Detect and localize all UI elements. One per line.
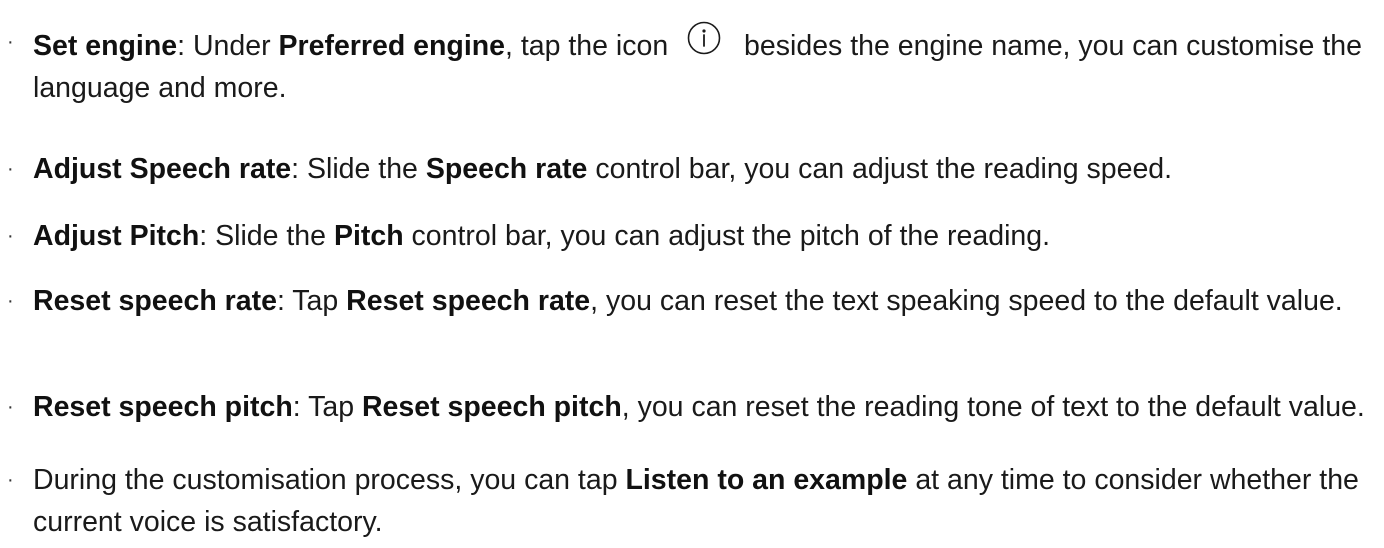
list-item-adjust-speech-rate: · Adjust Speech rate: Slide the Speech ra… — [0, 148, 1384, 190]
text-segment: , you can reset the reading tone of text… — [621, 391, 1365, 423]
term-set-engine: Set engine — [33, 30, 178, 62]
term-reset-speech-pitch: Reset speech pitch — [33, 391, 293, 423]
text-segment: During the customisation process, you ca… — [33, 464, 626, 496]
term-reset-speech-rate: Reset speech rate — [33, 285, 277, 317]
list-item-reset-speech-rate: · Reset speech rate: Tap Reset speech rat… — [0, 280, 1378, 322]
text-segment: : Slide the — [199, 220, 334, 252]
text-segment: , tap the icon — [505, 30, 677, 62]
text-segment: : Slide the — [291, 153, 426, 185]
ui-label-speech-rate: Speech rate — [425, 153, 588, 185]
text-segment: : Tap — [276, 285, 347, 317]
text-segment: control bar, you can adjust the reading … — [587, 153, 1173, 185]
list-item-reset-speech-pitch: · Reset speech pitch: Tap Reset speech pi… — [0, 386, 1378, 428]
bullet: · — [7, 290, 14, 312]
term-adjust-pitch: Adjust Pitch — [33, 220, 200, 252]
ui-label-listen-to-an-example: Listen to an example — [625, 464, 908, 496]
list-item-listen-example: · During the customisation process, you c… — [0, 459, 1378, 543]
text-segment: : Under — [177, 30, 279, 62]
bullet: · — [7, 469, 14, 491]
ui-label-pitch: Pitch — [333, 220, 404, 252]
term-adjust-speech-rate: Adjust Speech rate — [33, 153, 292, 185]
info-circle-icon — [682, 21, 730, 59]
text-segment: control bar, you can adjust the pitch of… — [403, 220, 1051, 252]
ui-label-reset-speech-rate: Reset speech rate — [346, 285, 591, 317]
text-segment: : Tap — [292, 391, 362, 423]
bullet: · — [7, 31, 14, 53]
bullet: · — [7, 225, 14, 247]
list-item-set-engine: · Set engine: Under Preferred engine, tap… — [0, 21, 1378, 109]
ui-label-reset-speech-pitch: Reset speech pitch — [361, 391, 622, 423]
bullet: · — [7, 158, 14, 180]
bullet: · — [7, 396, 14, 418]
list-item-adjust-pitch: · Adjust Pitch: Slide the Pitch control b… — [0, 215, 1378, 257]
text-segment: , you can reset the text speaking speed … — [590, 285, 1343, 317]
ui-label-preferred-engine: Preferred engine — [278, 30, 506, 62]
